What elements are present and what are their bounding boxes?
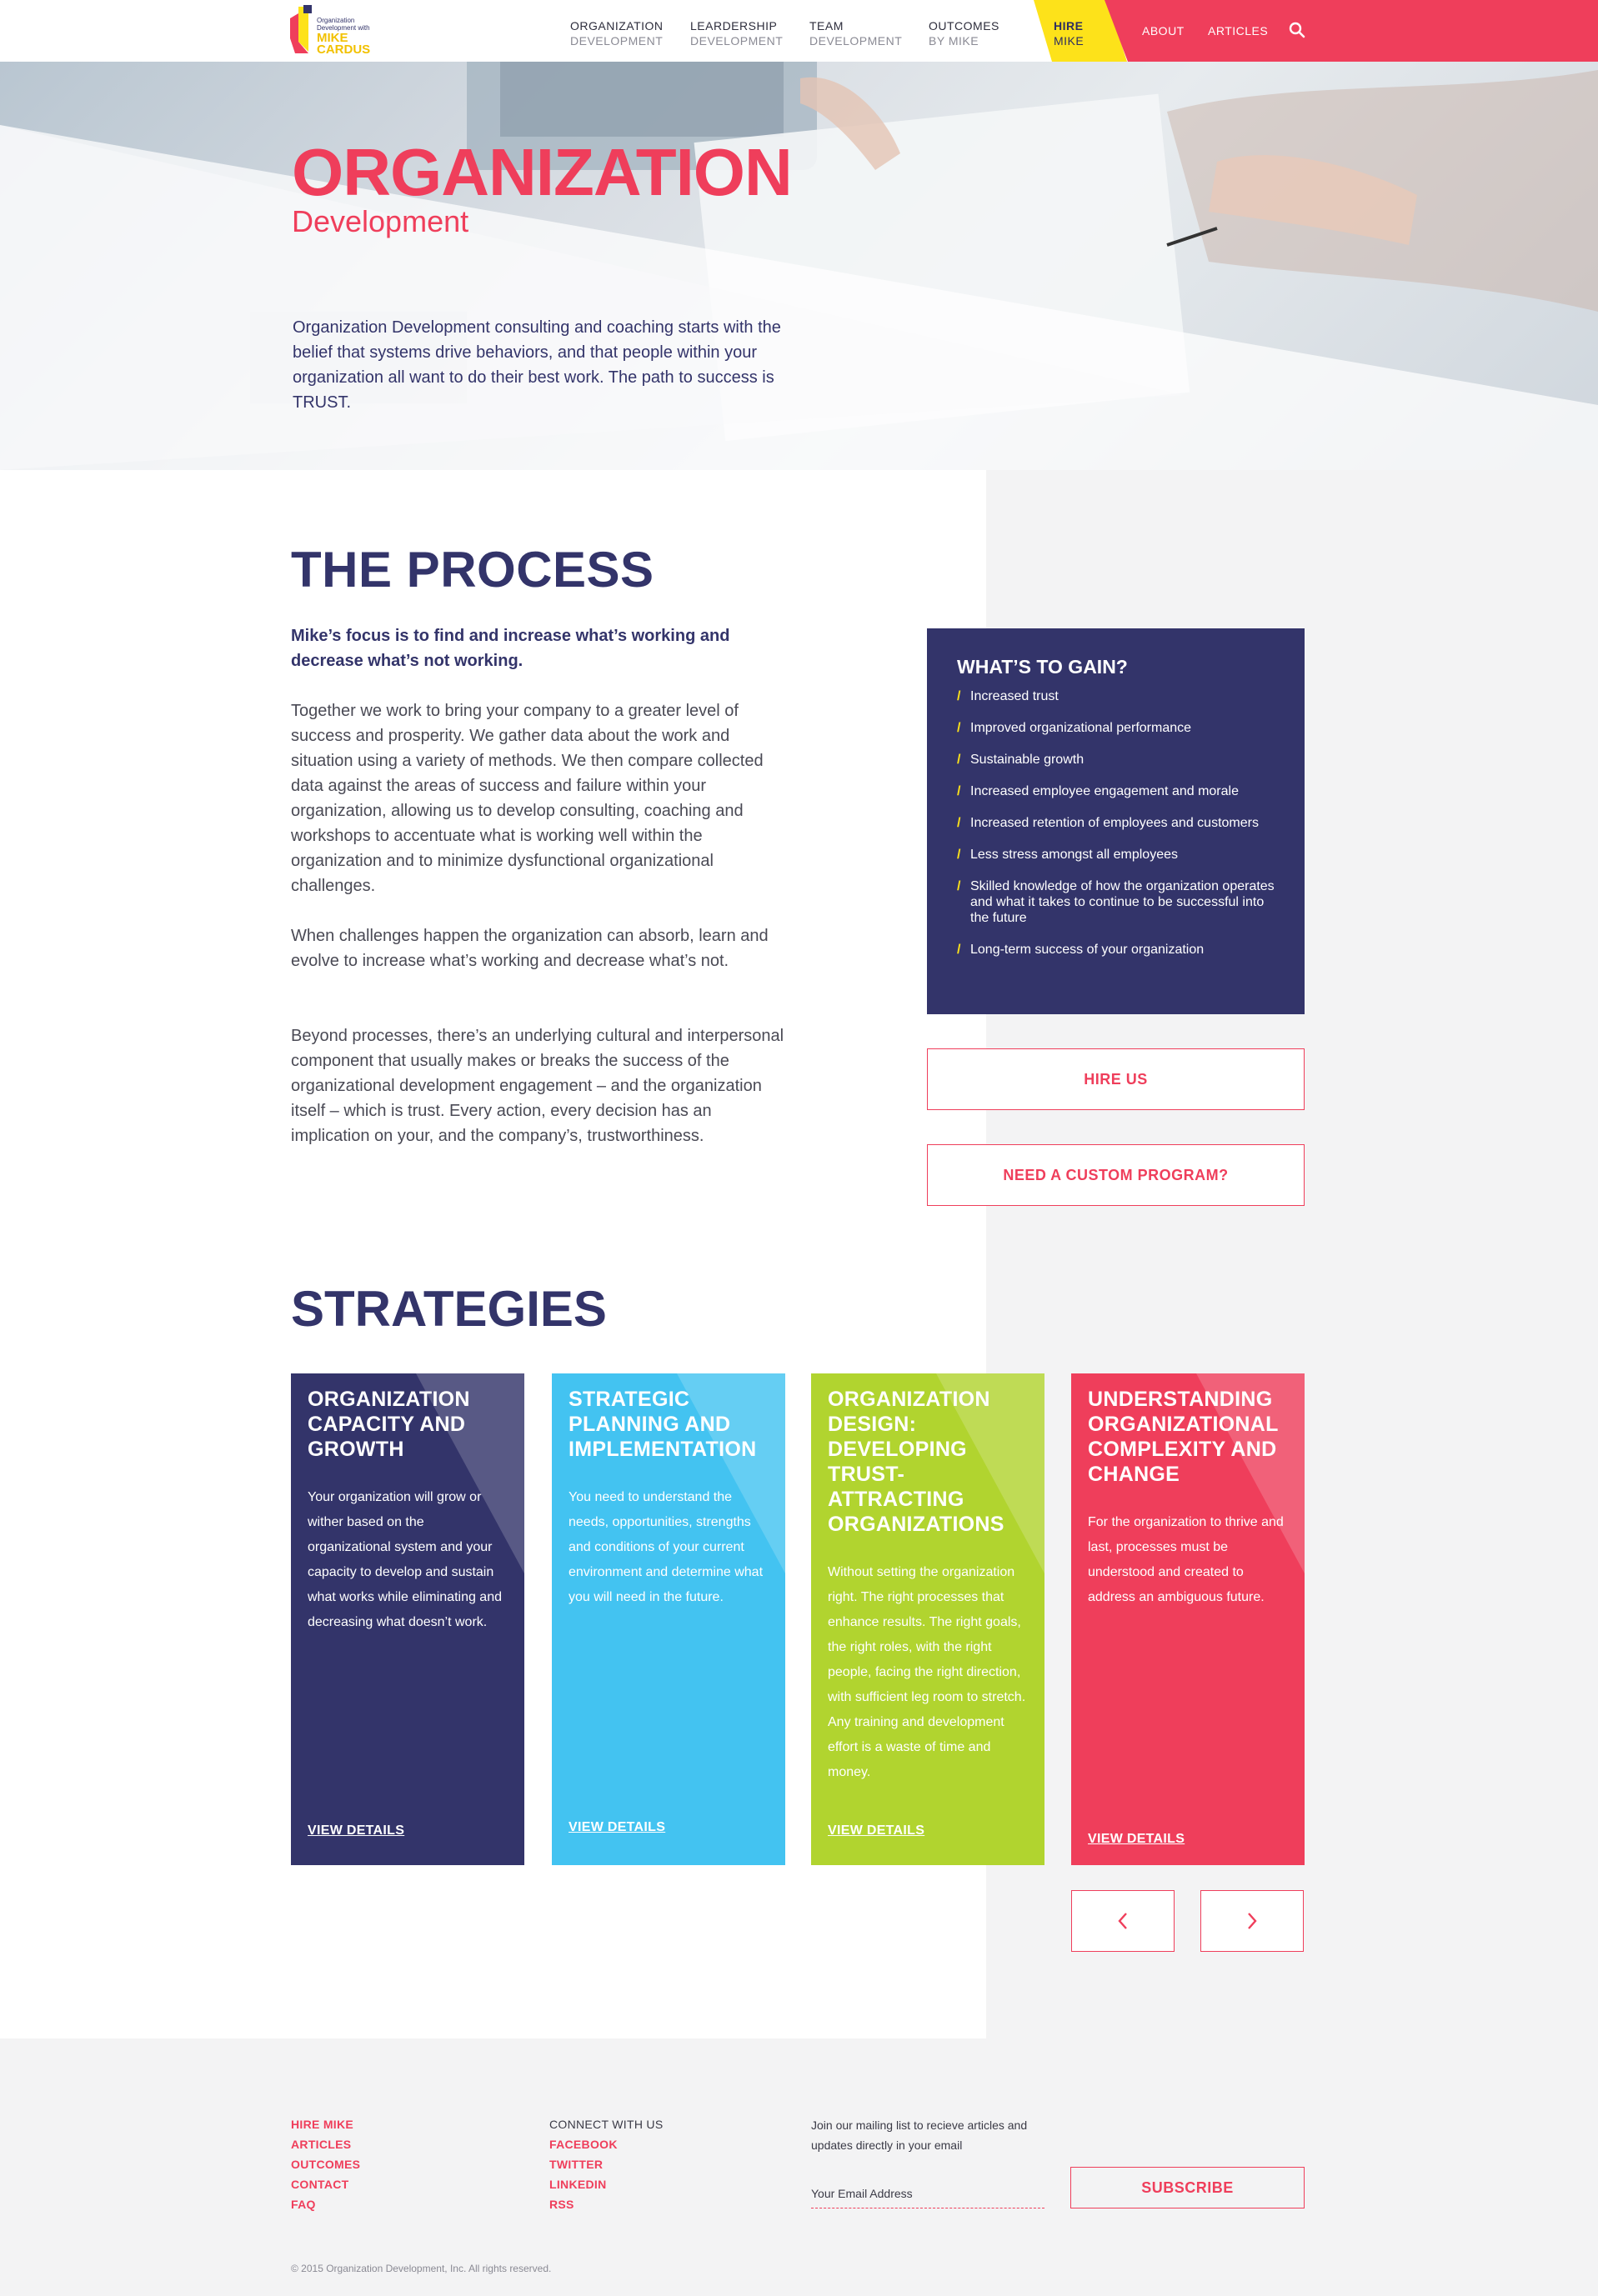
nav-team-development[interactable]: TEAM DEVELOPMENT <box>809 18 902 48</box>
strategy-card-body: Without setting the organization right. … <box>828 1565 1026 1779</box>
nav-about[interactable]: ABOUT <box>1142 24 1185 38</box>
footer-link-contact[interactable]: CONTACT <box>291 2174 349 2194</box>
footer-link-outcomes[interactable]: OUTCOMES <box>291 2154 360 2174</box>
strategy-card-design[interactable]: ORGANIZATION DESIGN: DEVELOPING TRUST-AT… <box>811 1373 1044 1865</box>
strategy-card-body: You need to understand the needs, opport… <box>569 1490 764 1604</box>
page-title: ORGANIZATION <box>292 135 793 209</box>
slash-bullet-icon: / <box>957 784 961 798</box>
site-logo[interactable]: Organization Development with MIKE CARDU… <box>287 5 387 57</box>
nav-hire-mike[interactable]: HIRE MIKE <box>1054 18 1084 48</box>
email-field[interactable] <box>811 2178 1044 2208</box>
slash-bullet-icon: / <box>957 816 961 830</box>
footer-connect-heading: CONNECT WITH US <box>549 2118 664 2131</box>
gain-text: Long-term success of your organization <box>970 943 1205 957</box>
slash-bullet-icon: / <box>957 943 961 957</box>
hero-intro: Organization Development consulting and … <box>293 318 781 412</box>
subscribe-button[interactable]: SUBSCRIBE <box>1070 2167 1305 2208</box>
footer-link-hire-mike[interactable]: HIRE MIKE <box>291 2114 353 2134</box>
list-item: / Sustainable growth <box>957 752 1275 768</box>
copyright-text: © 2015 Organization Development, Inc. Al… <box>291 2263 552 2274</box>
gain-text: Skilled knowledge of how the organizatio… <box>970 879 1275 925</box>
page-subtitle: Development <box>292 204 469 238</box>
slash-bullet-icon: / <box>957 721 961 735</box>
slash-bullet-icon: / <box>957 848 961 862</box>
strategy-card-capacity[interactable]: ORGANIZATION CAPACITY AND GROWTH Your or… <box>291 1373 524 1865</box>
logo-mark-icon <box>290 5 312 53</box>
list-item: / Skilled knowledge of how the organizati… <box>957 878 1275 926</box>
hire-us-button[interactable]: HIRE US <box>927 1048 1305 1110</box>
gain-text: Increased retention of employees and cus… <box>970 816 1259 830</box>
top-nav: Organization Development with MIKE CARDU… <box>0 0 1598 62</box>
nav-articles[interactable]: ARTICLES <box>1208 24 1268 38</box>
list-item: / Increased employee engagement and moral… <box>957 783 1275 799</box>
carousel-prev-button[interactable] <box>1071 1890 1175 1952</box>
strategy-card-planning[interactable]: STRATEGIC PLANNING AND IMPLEMENTATION Yo… <box>552 1373 785 1865</box>
gains-list: / Increased trust / Improved organizationa… <box>957 688 1275 958</box>
process-paragraph: When challenges happen the organization … <box>291 927 769 970</box>
view-details-link[interactable]: VIEW DETAILS <box>308 1823 404 1838</box>
nav-organization-development[interactable]: ORGANIZATION DEVELOPMENT <box>570 18 664 48</box>
strategy-card-complexity[interactable]: UNDERSTANDING ORGANIZATIONAL COMPLEXITY … <box>1071 1373 1305 1865</box>
nav-label-line1: HIRE <box>1054 19 1084 33</box>
nav-label-line1: LEARDERSHIP <box>690 19 778 33</box>
list-item: / Improved organizational performance <box>957 720 1275 736</box>
custom-program-button[interactable]: NEED A CUSTOM PROGRAM? <box>927 1144 1305 1206</box>
gain-text: Sustainable growth <box>970 753 1085 767</box>
strategy-card-title: ORGANIZATION CAPACITY AND GROWTH <box>308 1388 470 1461</box>
process-paragraph: Beyond processes, there’s an underlying … <box>291 1027 784 1145</box>
search-icon[interactable] <box>1289 22 1305 38</box>
strategy-card-title: STRATEGIC PLANNING AND IMPLEMENTATION <box>569 1388 757 1461</box>
nav-label-line2: BY MIKE <box>929 34 979 48</box>
footer-link-twitter[interactable]: TWITTER <box>549 2154 603 2174</box>
nav-label-line1: ORGANIZATION <box>570 19 664 33</box>
view-details-link[interactable]: VIEW DETAILS <box>828 1823 924 1838</box>
carousel-next-button[interactable] <box>1200 1890 1304 1952</box>
slash-bullet-icon: / <box>957 753 961 767</box>
slash-bullet-icon: / <box>957 879 961 893</box>
slash-bullet-icon: / <box>957 689 961 703</box>
gains-title: WHAT’S TO GAIN? <box>957 656 1128 678</box>
footer-link-linkedin[interactable]: LINKEDIN <box>549 2174 607 2194</box>
logo-name: MIKE CARDUS <box>317 31 371 57</box>
footer-link-articles[interactable]: ARTICLES <box>291 2134 351 2154</box>
gain-text: Increased trust <box>970 689 1059 703</box>
nav-leadership-development[interactable]: LEARDERSHIP DEVELOPMENT <box>690 18 783 48</box>
view-details-link[interactable]: VIEW DETAILS <box>569 1820 665 1835</box>
nav-label-line2: DEVELOPMENT <box>809 34 903 48</box>
list-item: / Long-term success of your organization <box>957 942 1275 958</box>
gain-text: Improved organizational performance <box>970 721 1192 735</box>
footer-link-rss[interactable]: RSS <box>549 2194 574 2214</box>
list-item: / Increased trust <box>957 688 1275 704</box>
mailing-list-text: Join our mailing list to recieve article… <box>811 2118 1028 2152</box>
hero-banner: ORGANIZATION Development Organization De… <box>0 62 1598 470</box>
strategy-card-title: ORGANIZATION DESIGN: DEVELOPING TRUST-AT… <box>828 1388 1004 1536</box>
chevron-left-icon <box>1118 1913 1127 1929</box>
nav-outcomes[interactable]: OUTCOMES BY MIKE <box>929 18 999 48</box>
footer-link-faq[interactable]: FAQ <box>291 2194 316 2214</box>
process-lead: Mike’s focus is to find and increase wha… <box>291 627 730 670</box>
nav-label-line1: OUTCOMES <box>929 19 999 33</box>
gains-box: WHAT’S TO GAIN? / Increased trust / Improv… <box>927 628 1305 1014</box>
strategy-card-body: For the organization to thrive and last,… <box>1088 1515 1284 1604</box>
process-paragraph: Together we work to bring your company t… <box>291 702 764 895</box>
strategy-card-title: UNDERSTANDING ORGANIZATIONAL COMPLEXITY … <box>1088 1388 1279 1486</box>
logo-tagline: Organization Development with <box>317 17 370 32</box>
list-item: / Less stress amongst all employees <box>957 847 1275 863</box>
strategy-card-body: Your organization will grow or wither ba… <box>308 1490 502 1629</box>
footer-link-facebook[interactable]: FACEBOOK <box>549 2134 618 2154</box>
strategies-heading: STRATEGIES <box>291 1281 607 1337</box>
nav-label-line1: TEAM <box>809 19 844 33</box>
gain-text: Increased employee engagement and morale <box>970 784 1239 798</box>
process-heading: THE PROCESS <box>291 542 654 598</box>
chevron-right-icon <box>1248 1913 1257 1929</box>
gain-text: Less stress amongst all employees <box>970 848 1178 862</box>
view-details-link[interactable]: VIEW DETAILS <box>1088 1832 1185 1847</box>
nav-label-line2: DEVELOPMENT <box>570 34 664 48</box>
nav-label-line2: DEVELOPMENT <box>690 34 784 48</box>
nav-label-line2: MIKE <box>1054 34 1085 48</box>
list-item: / Increased retention of employees and cu… <box>957 815 1275 831</box>
